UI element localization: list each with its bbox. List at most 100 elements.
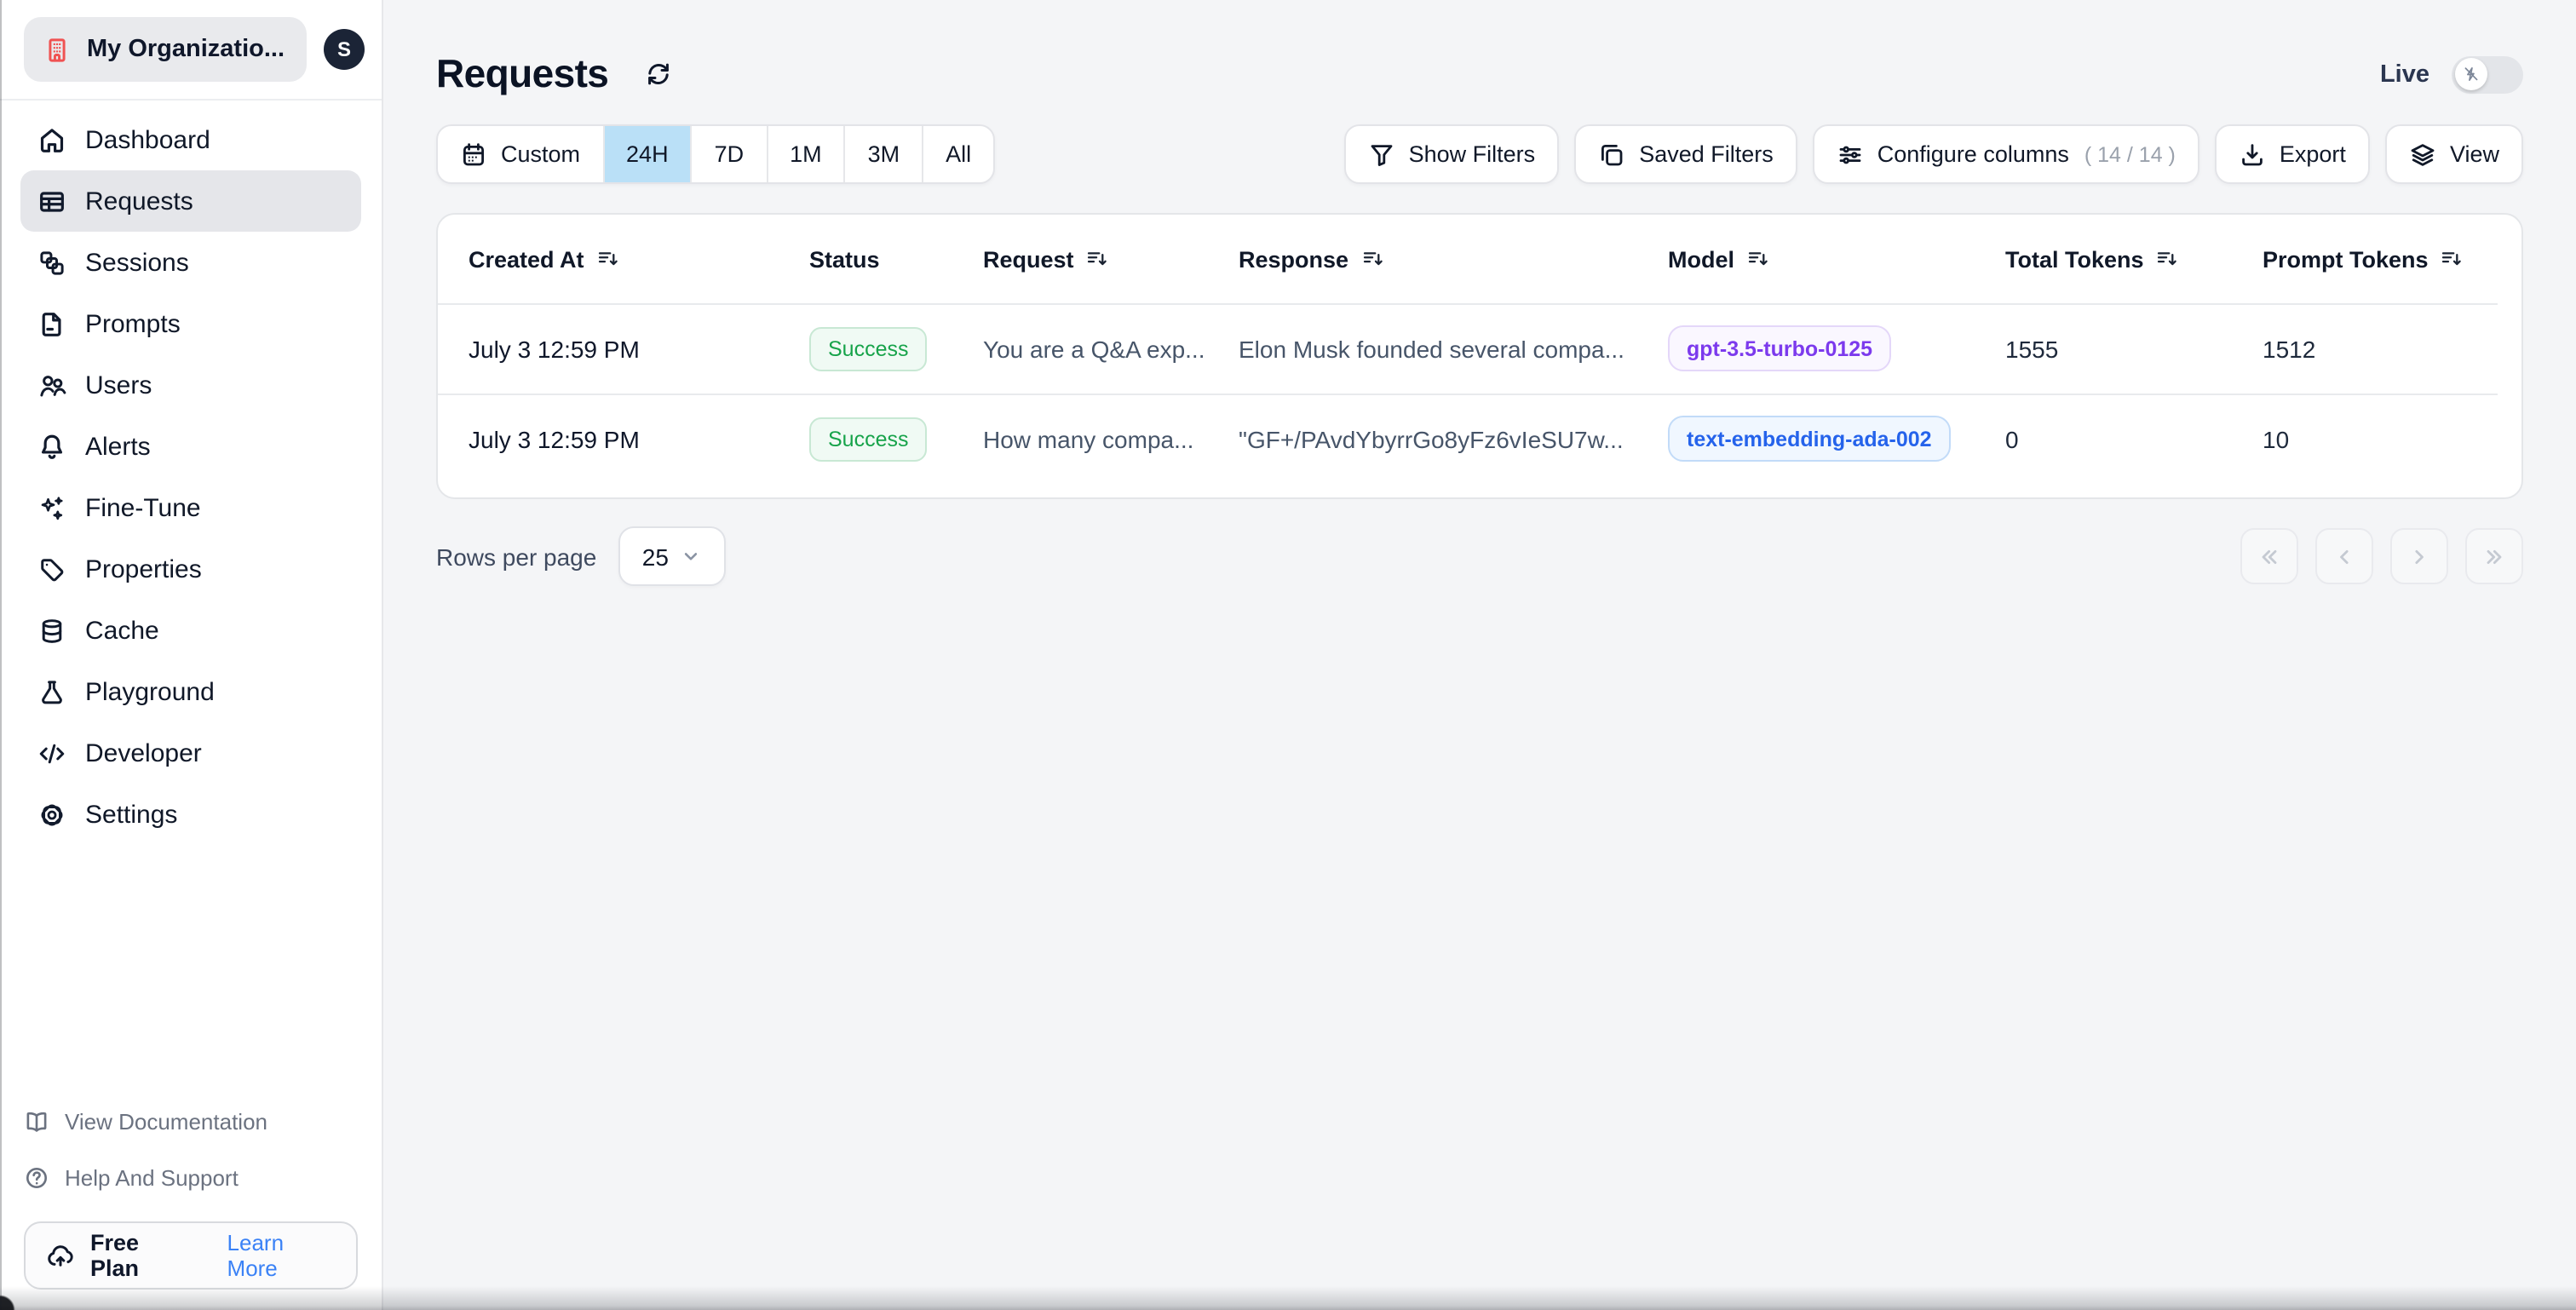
- sidebar-item-playground[interactable]: Playground: [20, 661, 361, 722]
- column-header-model[interactable]: Model: [1668, 246, 2005, 272]
- status-cell: Success: [809, 417, 983, 461]
- sidebar-item-sessions[interactable]: Sessions: [20, 232, 361, 293]
- time-range-custom[interactable]: Custom: [438, 126, 605, 182]
- table-row[interactable]: July 3 12:59 PM Success You are a Q&A ex…: [438, 303, 2521, 394]
- pagination: [2240, 528, 2523, 584]
- pagination-first-button[interactable]: [2240, 528, 2298, 584]
- column-label: Total Tokens: [2005, 246, 2144, 272]
- sort-icon[interactable]: [1086, 247, 1110, 271]
- pagination-next-button[interactable]: [2390, 528, 2448, 584]
- toolbar: Custom 24H 7D 1M 3M All Show Filters Sav…: [436, 124, 2523, 184]
- sort-icon[interactable]: [2156, 247, 2180, 271]
- view-documentation-link[interactable]: View Documentation: [24, 1094, 358, 1150]
- time-range-all[interactable]: All: [923, 126, 993, 182]
- table-icon: [37, 187, 66, 215]
- code-icon: [37, 738, 66, 767]
- flask-icon: [37, 677, 66, 706]
- time-range-label: Custom: [501, 141, 581, 167]
- column-label: Status: [809, 246, 880, 272]
- time-range-24h[interactable]: 24H: [604, 126, 693, 182]
- sidebar-item-label: Settings: [85, 800, 178, 829]
- view-label: View: [2449, 141, 2499, 167]
- sidebar-item-label: Dashboard: [85, 125, 210, 154]
- sidebar-item-settings[interactable]: Settings: [20, 784, 361, 845]
- column-header-created-at[interactable]: Created At: [469, 246, 809, 272]
- sidebar-item-label: Playground: [85, 677, 215, 706]
- configure-columns-count: ( 14 / 14 ): [2084, 142, 2176, 166]
- help-and-support-label: Help And Support: [65, 1165, 239, 1191]
- column-header-total-tokens[interactable]: Total Tokens: [2005, 246, 2263, 272]
- view-button[interactable]: View: [2384, 124, 2523, 184]
- time-range-1m[interactable]: 1M: [768, 126, 846, 182]
- rows-per-page-label: Rows per page: [436, 543, 597, 570]
- column-label: Created At: [469, 246, 584, 272]
- sliders-icon: [1837, 141, 1864, 168]
- time-range-label: 24H: [626, 141, 669, 167]
- refresh-icon[interactable]: [644, 60, 673, 89]
- column-label: Prompt Tokens: [2263, 246, 2429, 272]
- plan-banner[interactable]: Free Plan Learn More: [24, 1221, 358, 1290]
- sort-icon[interactable]: [2441, 247, 2464, 271]
- export-label: Export: [2279, 141, 2346, 167]
- column-header-request[interactable]: Request: [983, 246, 1239, 272]
- sidebar-item-alerts[interactable]: Alerts: [20, 416, 361, 477]
- time-range-7d[interactable]: 7D: [693, 126, 768, 182]
- model-cell: gpt-3.5-turbo-0125: [1668, 325, 2005, 371]
- created-at-cell: July 3 12:59 PM: [469, 425, 640, 452]
- sidebar-item-properties[interactable]: Properties: [20, 538, 361, 600]
- avatar[interactable]: S: [324, 29, 365, 70]
- live-toggle[interactable]: [2452, 55, 2523, 93]
- sidebar-item-prompts[interactable]: Prompts: [20, 293, 361, 354]
- prompt-tokens-cell: 10: [2263, 425, 2290, 452]
- layers-icon: [2409, 141, 2436, 168]
- time-range-label: 3M: [867, 141, 900, 167]
- sort-icon[interactable]: [1746, 247, 1770, 271]
- pagination-last-button[interactable]: [2465, 528, 2523, 584]
- column-label: Request: [983, 246, 1074, 272]
- sidebar-item-fine-tune[interactable]: Fine-Tune: [20, 477, 361, 538]
- bell-icon: [37, 432, 66, 461]
- export-button[interactable]: Export: [2214, 124, 2370, 184]
- request-cell: How many compa...: [983, 425, 1194, 452]
- sidebar: My Organizatio... S Dashboard Requests S…: [0, 0, 383, 1310]
- sort-icon[interactable]: [596, 247, 620, 271]
- help-and-support-link[interactable]: Help And Support: [24, 1150, 358, 1206]
- gear-icon: [37, 800, 66, 829]
- table-row[interactable]: July 3 12:59 PM Success How many compa..…: [438, 394, 2521, 484]
- requests-table: Created At Status Request Response Model: [436, 213, 2523, 499]
- saved-filters-button[interactable]: Saved Filters: [1574, 124, 1797, 184]
- sidebar-item-users[interactable]: Users: [20, 354, 361, 416]
- sidebar-item-developer[interactable]: Developer: [20, 722, 361, 784]
- sidebar-item-label: Alerts: [85, 432, 151, 461]
- column-header-prompt-tokens[interactable]: Prompt Tokens: [2263, 246, 2491, 272]
- home-icon: [37, 125, 66, 154]
- time-range-3m[interactable]: 3M: [846, 126, 924, 182]
- total-tokens-cell: 1555: [2005, 335, 2059, 362]
- rows-per-page-select[interactable]: 25: [618, 526, 727, 586]
- model-cell: text-embedding-ada-002: [1668, 416, 2005, 462]
- copy-icon: [1598, 141, 1625, 168]
- show-filters-button[interactable]: Show Filters: [1343, 124, 1560, 184]
- sort-icon[interactable]: [1360, 247, 1384, 271]
- configure-columns-button[interactable]: Configure columns ( 14 / 14 ): [1812, 124, 2199, 184]
- sidebar-item-requests[interactable]: Requests: [20, 170, 361, 232]
- live-label: Live: [2379, 60, 2429, 88]
- chevron-right-icon: [2407, 544, 2431, 568]
- live-toggle-knob: [2454, 58, 2487, 90]
- sessions-icon: [37, 248, 66, 277]
- document-icon: [37, 309, 66, 338]
- sidebar-item-dashboard[interactable]: Dashboard: [20, 109, 361, 170]
- sidebar-item-label: Requests: [85, 187, 193, 215]
- status-badge: Success: [809, 417, 928, 461]
- tag-icon: [37, 554, 66, 583]
- sidebar-item-cache[interactable]: Cache: [20, 600, 361, 661]
- sidebar-nav: Dashboard Requests Sessions Prompts User…: [0, 101, 382, 845]
- plan-label: Free Plan: [90, 1230, 140, 1281]
- chevron-double-left-icon: [2257, 544, 2281, 568]
- learn-more-link[interactable]: Learn More: [227, 1230, 336, 1281]
- time-range-label: All: [946, 141, 972, 167]
- sidebar-item-label: Sessions: [85, 248, 189, 277]
- pagination-prev-button[interactable]: [2315, 528, 2373, 584]
- org-selector[interactable]: My Organizatio...: [24, 17, 307, 82]
- column-header-response[interactable]: Response: [1239, 246, 1668, 272]
